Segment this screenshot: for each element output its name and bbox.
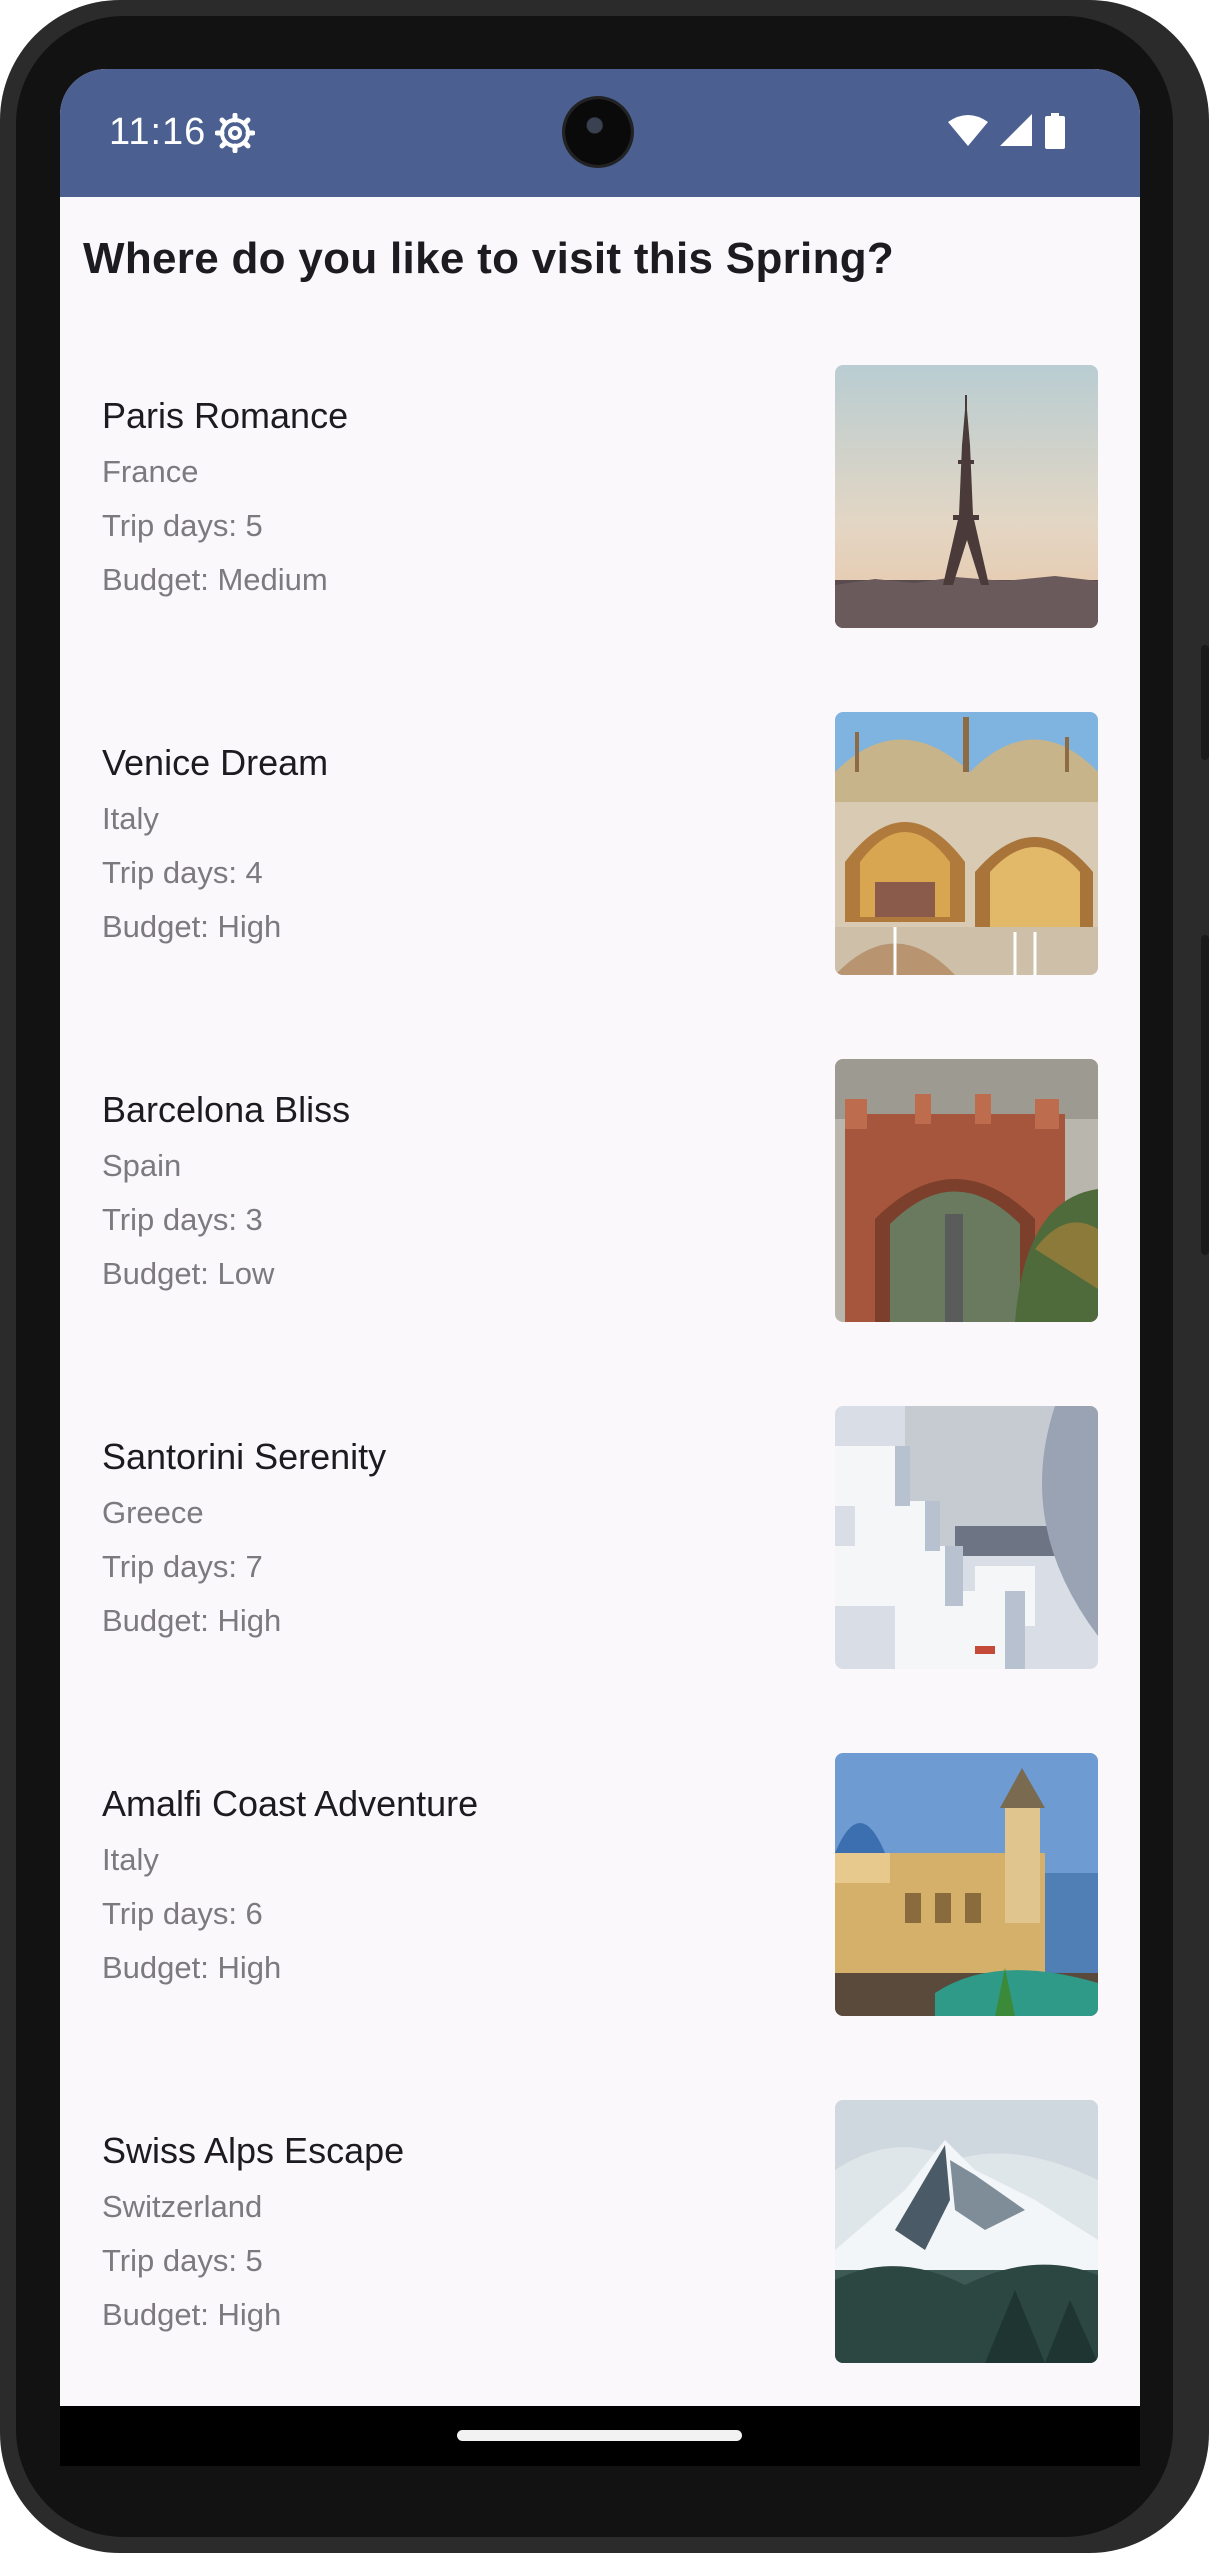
- gear-icon: [215, 113, 255, 153]
- trip-days: Trip days: 3: [102, 1202, 263, 1237]
- trip-country: Spain: [102, 1148, 182, 1183]
- trip-country: Switzerland: [102, 2189, 263, 2224]
- trip-budget: Budget: Low: [102, 1256, 275, 1291]
- power-button: [1201, 935, 1209, 1255]
- front-camera-icon: [565, 99, 631, 165]
- trip-name: Swiss Alps Escape: [102, 2130, 405, 2171]
- trip-card[interactable]: Amalfi Coast Adventure Italy Trip days: …: [60, 1753, 1140, 2016]
- trip-budget: Budget: Medium: [102, 562, 328, 597]
- trip-days: Trip days: 5: [102, 508, 263, 543]
- status-bar: 11:16: [60, 69, 1140, 197]
- eiffel-tower-photo: [835, 365, 1098, 628]
- trip-days: Trip days: 6: [102, 1896, 263, 1931]
- trip-country: Italy: [102, 1842, 159, 1877]
- trip-budget: Budget: High: [102, 1603, 282, 1638]
- trip-budget: Budget: High: [102, 2297, 282, 2332]
- santorini-houses-photo: [835, 1406, 1098, 1669]
- system-navigation-bar: [60, 2406, 1140, 2466]
- battery-icon: [1045, 113, 1065, 149]
- trip-card[interactable]: Swiss Alps Escape Switzerland Trip days:…: [60, 2100, 1140, 2363]
- status-icons: [948, 113, 1066, 149]
- arc-de-triomf-photo: [835, 1059, 1098, 1322]
- trip-days: Trip days: 4: [102, 855, 263, 890]
- trip-name: Paris Romance: [102, 395, 349, 436]
- positano-church-photo: [835, 1753, 1098, 2016]
- wifi-icon: [948, 115, 988, 146]
- trip-name: Barcelona Bliss: [102, 1089, 351, 1130]
- trip-card[interactable]: Santorini Serenity Greece Trip days: 7 B…: [60, 1406, 1140, 1669]
- page-title: Where do you like to visit this Spring?: [83, 234, 895, 283]
- trip-name: Venice Dream: [102, 742, 329, 783]
- trip-name: Santorini Serenity: [102, 1436, 387, 1477]
- trip-country: Greece: [102, 1495, 204, 1530]
- trip-card[interactable]: Barcelona Bliss Spain Trip days: 3 Budge…: [60, 1059, 1140, 1322]
- home-indicator[interactable]: [457, 2430, 742, 2441]
- trip-card[interactable]: Venice Dream Italy Trip days: 4 Budget: …: [60, 712, 1140, 975]
- signal-icon: [1000, 114, 1032, 146]
- trip-country: France: [102, 454, 199, 489]
- trip-budget: Budget: High: [102, 909, 282, 944]
- trip-name: Amalfi Coast Adventure: [102, 1783, 479, 1824]
- volume-button: [1201, 645, 1209, 760]
- status-time: 11:16: [109, 111, 207, 153]
- trip-days: Trip days: 5: [102, 2243, 263, 2278]
- screen: 11:16 Where do you like to visit this Sp…: [60, 69, 1140, 2466]
- trip-country: Italy: [102, 801, 159, 836]
- matterhorn-photo: [835, 2100, 1098, 2363]
- st-marks-basilica-photo: [835, 712, 1098, 975]
- trip-card[interactable]: Paris Romance France Trip days: 5 Budget…: [60, 365, 1140, 628]
- trip-budget: Budget: High: [102, 1950, 282, 1985]
- trip-days: Trip days: 7: [102, 1549, 263, 1584]
